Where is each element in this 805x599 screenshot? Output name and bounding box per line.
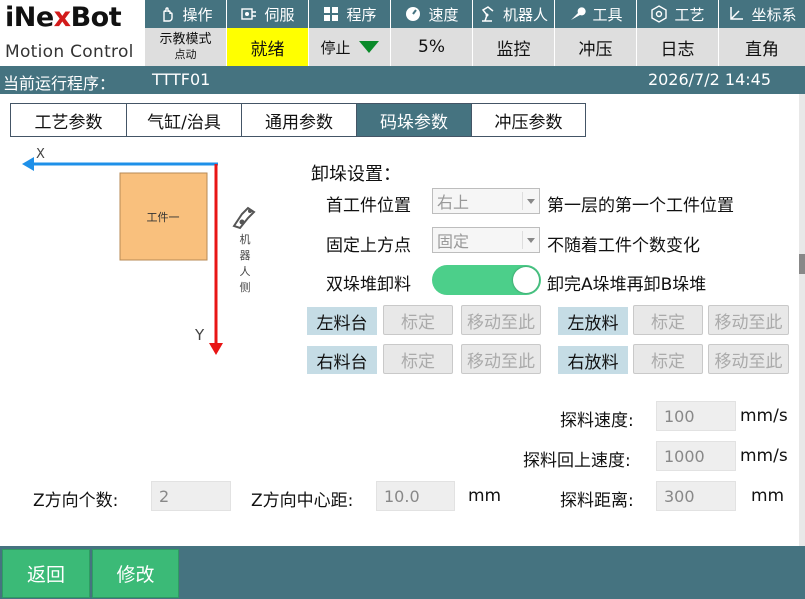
- run-state-selector[interactable]: 停止: [309, 28, 391, 66]
- stamping-button[interactable]: 冲压: [555, 28, 637, 66]
- probe-up-speed-unit: mm/s: [740, 446, 788, 466]
- back-button[interactable]: 返回: [2, 549, 90, 598]
- z-center-unit: mm: [468, 486, 502, 506]
- process-icon: [651, 5, 668, 23]
- menu-speed[interactable]: 速度: [391, 0, 473, 28]
- robot-side-char: 器: [240, 249, 251, 262]
- probe-speed-label: 探料速度:: [560, 411, 634, 431]
- tab-palletizing-params[interactable]: 码垛参数: [356, 103, 471, 137]
- double-stack-toggle[interactable]: [432, 265, 541, 295]
- y-axis-label: Y: [194, 326, 205, 344]
- dropdown-triangle-icon: [358, 41, 379, 53]
- unstack-settings-title: 卸垛设置：: [311, 164, 401, 185]
- right-feed-label: 右料台: [307, 346, 377, 374]
- brand-logo: iNexBot Motion Control: [0, 0, 145, 66]
- tab-cylinder-fixture[interactable]: 气缸/治具: [126, 103, 241, 137]
- right-feed-calibrate-button[interactable]: 标定: [383, 344, 453, 374]
- chevron-down-icon: [527, 199, 535, 204]
- tab-general-params[interactable]: 通用参数: [241, 103, 356, 137]
- double-stack-label: 双垛堆卸料: [326, 275, 411, 295]
- datetime: 2026/7/2 14:45: [647, 70, 771, 89]
- menu-coordinate[interactable]: 坐标系: [719, 0, 805, 28]
- z-count-input[interactable]: 2: [151, 481, 231, 511]
- robot-side-char: 侧: [240, 281, 251, 294]
- right-put-calibrate-button[interactable]: 标定: [633, 344, 703, 374]
- program-grid-icon: [324, 7, 339, 21]
- left-feed-calibrate-button[interactable]: 标定: [383, 305, 453, 335]
- first-pos-label: 首工件位置: [326, 196, 411, 216]
- log-button[interactable]: 日志: [637, 28, 719, 66]
- main-menu: 操作 伺服 程序 速度 机器人 工具 工艺 坐标系: [145, 0, 805, 28]
- z-center-input[interactable]: 10.0: [376, 481, 455, 511]
- brand-name: iNexBot: [5, 2, 122, 33]
- status-bar: 示教模式 点动 就绪 停止 5% 监控 冲压 日志 直角: [145, 28, 805, 66]
- toggle-knob: [513, 267, 539, 293]
- probe-up-speed-input[interactable]: 1000: [656, 441, 736, 471]
- gauge-icon: [406, 7, 421, 21]
- probe-speed-input[interactable]: 100: [656, 401, 736, 431]
- menu-robot[interactable]: 机器人: [473, 0, 555, 28]
- right-feed-move-button[interactable]: 移动至此: [461, 344, 541, 374]
- robot-side-char: 机: [240, 232, 251, 246]
- mode-indicator[interactable]: 示教模式 点动: [145, 28, 227, 66]
- coord-mode-button[interactable]: 直角: [719, 28, 805, 66]
- chevron-down-icon: [527, 238, 535, 243]
- left-feed-label: 左料台: [307, 307, 377, 335]
- left-put-label: 左放料: [558, 307, 628, 335]
- fixed-top-desc: 不随着工件个数变化: [547, 236, 700, 256]
- first-pos-select[interactable]: 右上: [432, 188, 540, 214]
- wrench-icon: [571, 7, 587, 20]
- probe-distance-input[interactable]: 300: [656, 481, 736, 511]
- z-count-label: Z方向个数:: [33, 491, 119, 511]
- fixed-top-label: 固定上方点: [326, 236, 411, 256]
- double-stack-desc: 卸完A垛堆再卸B垛堆: [547, 275, 707, 295]
- probe-distance-unit: mm: [751, 486, 785, 506]
- y-axis-arrow-icon: [209, 343, 223, 355]
- first-pos-desc: 第一层的第一个工件位置: [547, 196, 734, 216]
- coordinate-icon: [730, 7, 744, 20]
- servo-icon: [241, 8, 257, 20]
- menu-servo[interactable]: 伺服: [227, 0, 309, 28]
- fixed-top-select[interactable]: 固定: [432, 227, 540, 253]
- menu-program[interactable]: 程序: [309, 0, 391, 28]
- program-info-bar: 当前运行程序： TTTF01 2026/7/2 14:45: [0, 66, 805, 94]
- x-axis-arrow-icon: [22, 157, 34, 171]
- brand-subtitle: Motion Control: [5, 42, 134, 62]
- palletizing-panel: 工艺参数 气缸/治具 通用参数 码垛参数 冲压参数 X Y 工件一 机 器 人 …: [0, 94, 805, 546]
- x-axis-label: X: [36, 147, 45, 162]
- tab-stamping-params[interactable]: 冲压参数: [471, 103, 586, 137]
- program-name: TTTF01: [152, 70, 211, 89]
- probe-up-speed-label: 探料回上速度:: [523, 451, 631, 471]
- left-put-calibrate-button[interactable]: 标定: [633, 305, 703, 335]
- left-put-move-button[interactable]: 移动至此: [708, 305, 789, 335]
- menu-tool[interactable]: 工具: [555, 0, 637, 28]
- left-feed-move-button[interactable]: 移动至此: [461, 305, 541, 335]
- probe-speed-unit: mm/s: [740, 406, 788, 426]
- hand-icon: [163, 7, 174, 22]
- parameter-tabs: 工艺参数 气缸/治具 通用参数 码垛参数 冲压参数: [10, 103, 586, 137]
- robot-side-char: 人: [240, 265, 251, 278]
- monitor-button[interactable]: 监控: [473, 28, 555, 66]
- right-scrollbar[interactable]: [799, 94, 805, 546]
- footer-bar: 返回 修改: [0, 546, 805, 599]
- current-program-label: 当前运行程序：: [3, 74, 116, 93]
- menu-operate[interactable]: 操作: [145, 0, 227, 28]
- right-put-label: 右放料: [558, 346, 628, 374]
- robot-side-icon: [232, 206, 256, 230]
- z-center-label: Z方向中心距:: [251, 491, 354, 511]
- right-put-move-button[interactable]: 移动至此: [708, 344, 789, 374]
- ready-status: 就绪: [227, 28, 309, 66]
- menu-process[interactable]: 工艺: [637, 0, 719, 28]
- scroll-thumb[interactable]: [799, 254, 805, 274]
- tab-process-params[interactable]: 工艺参数: [10, 103, 126, 137]
- robot-arm-icon: [481, 6, 494, 22]
- pallet-layout-diagram: X Y 工件一 机 器 人 侧: [22, 147, 256, 355]
- modify-button[interactable]: 修改: [92, 549, 179, 598]
- workpiece-label: 工件一: [147, 211, 180, 224]
- probe-distance-label: 探料距离:: [560, 491, 634, 511]
- speed-percent[interactable]: 5%: [391, 28, 473, 66]
